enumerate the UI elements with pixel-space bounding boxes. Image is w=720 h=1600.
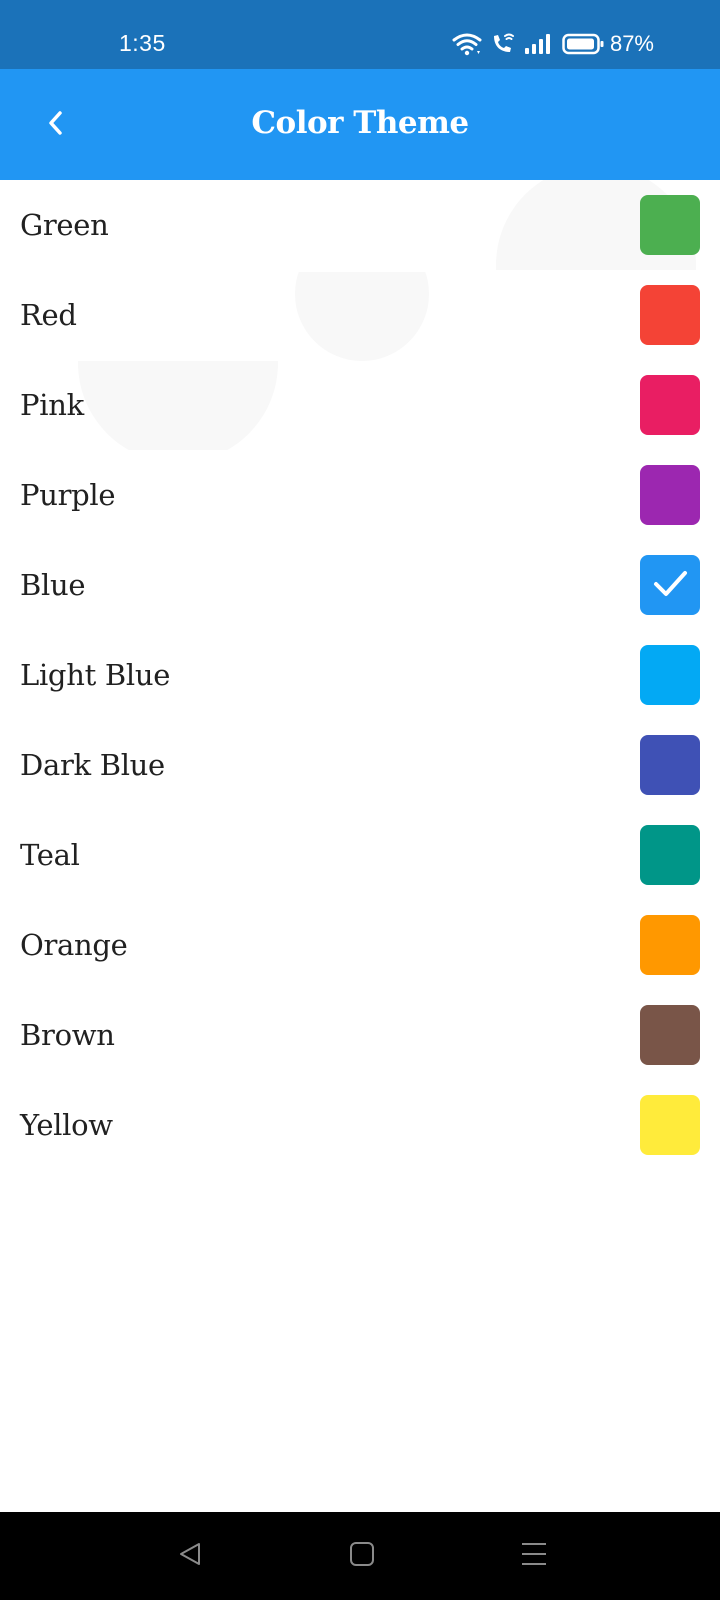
color-swatch[interactable]	[640, 1095, 700, 1155]
system-nav-bar	[0, 1512, 720, 1600]
status-icons: 87%	[452, 30, 654, 58]
color-swatch[interactable]	[640, 645, 700, 705]
back-triangle-icon	[177, 1541, 203, 1572]
nav-home-button[interactable]	[340, 1534, 384, 1578]
app-bar: Color Theme	[0, 69, 720, 180]
theme-row-light-blue[interactable]: Light Blue	[0, 630, 720, 720]
nav-back-button[interactable]	[168, 1534, 212, 1578]
theme-row-orange[interactable]: Orange	[0, 900, 720, 990]
color-swatch[interactable]	[640, 375, 700, 435]
battery-icon	[562, 33, 604, 55]
color-swatch[interactable]	[640, 825, 700, 885]
color-swatch[interactable]	[640, 195, 700, 255]
theme-label: Brown	[20, 1018, 115, 1052]
theme-label: Purple	[20, 478, 116, 512]
home-square-icon	[349, 1541, 375, 1572]
theme-row-dark-blue[interactable]: Dark Blue	[0, 720, 720, 810]
wifi-call-icon	[490, 32, 516, 56]
theme-list: Green Red Pink Purple Blue Light Blue Dark Blu…	[0, 180, 720, 1170]
theme-row-teal[interactable]: Teal	[0, 810, 720, 900]
color-swatch[interactable]	[640, 1005, 700, 1065]
theme-row-green[interactable]: Green	[0, 180, 720, 270]
recents-menu-icon	[520, 1541, 548, 1572]
wifi-icon	[452, 32, 482, 56]
theme-label: Light Blue	[20, 658, 171, 692]
theme-row-yellow[interactable]: Yellow	[0, 1080, 720, 1170]
theme-label: Dark Blue	[20, 748, 165, 782]
theme-row-blue[interactable]: Blue	[0, 540, 720, 630]
color-swatch[interactable]	[640, 735, 700, 795]
status-bar: 1:35 87%	[0, 0, 720, 69]
theme-label: Red	[20, 298, 77, 332]
theme-label: Teal	[20, 838, 80, 872]
battery-percent: 87%	[609, 31, 654, 56]
color-swatch[interactable]	[640, 465, 700, 525]
signal-icon	[524, 32, 552, 56]
nav-recents-button[interactable]	[512, 1534, 556, 1578]
status-time: 1:35	[119, 30, 166, 56]
color-swatch[interactable]	[640, 915, 700, 975]
color-swatch[interactable]	[640, 555, 700, 615]
color-swatch[interactable]	[640, 285, 700, 345]
theme-label: Green	[20, 208, 109, 242]
theme-label: Pink	[20, 388, 84, 422]
page-title: Color Theme	[251, 105, 469, 141]
theme-label: Orange	[20, 928, 128, 962]
theme-row-purple[interactable]: Purple	[0, 450, 720, 540]
theme-label: Yellow	[20, 1108, 113, 1142]
theme-row-red[interactable]: Red	[0, 270, 720, 360]
theme-row-brown[interactable]: Brown	[0, 990, 720, 1080]
checkmark-icon	[650, 563, 690, 608]
theme-label: Blue	[20, 568, 86, 602]
theme-row-pink[interactable]: Pink	[0, 360, 720, 450]
